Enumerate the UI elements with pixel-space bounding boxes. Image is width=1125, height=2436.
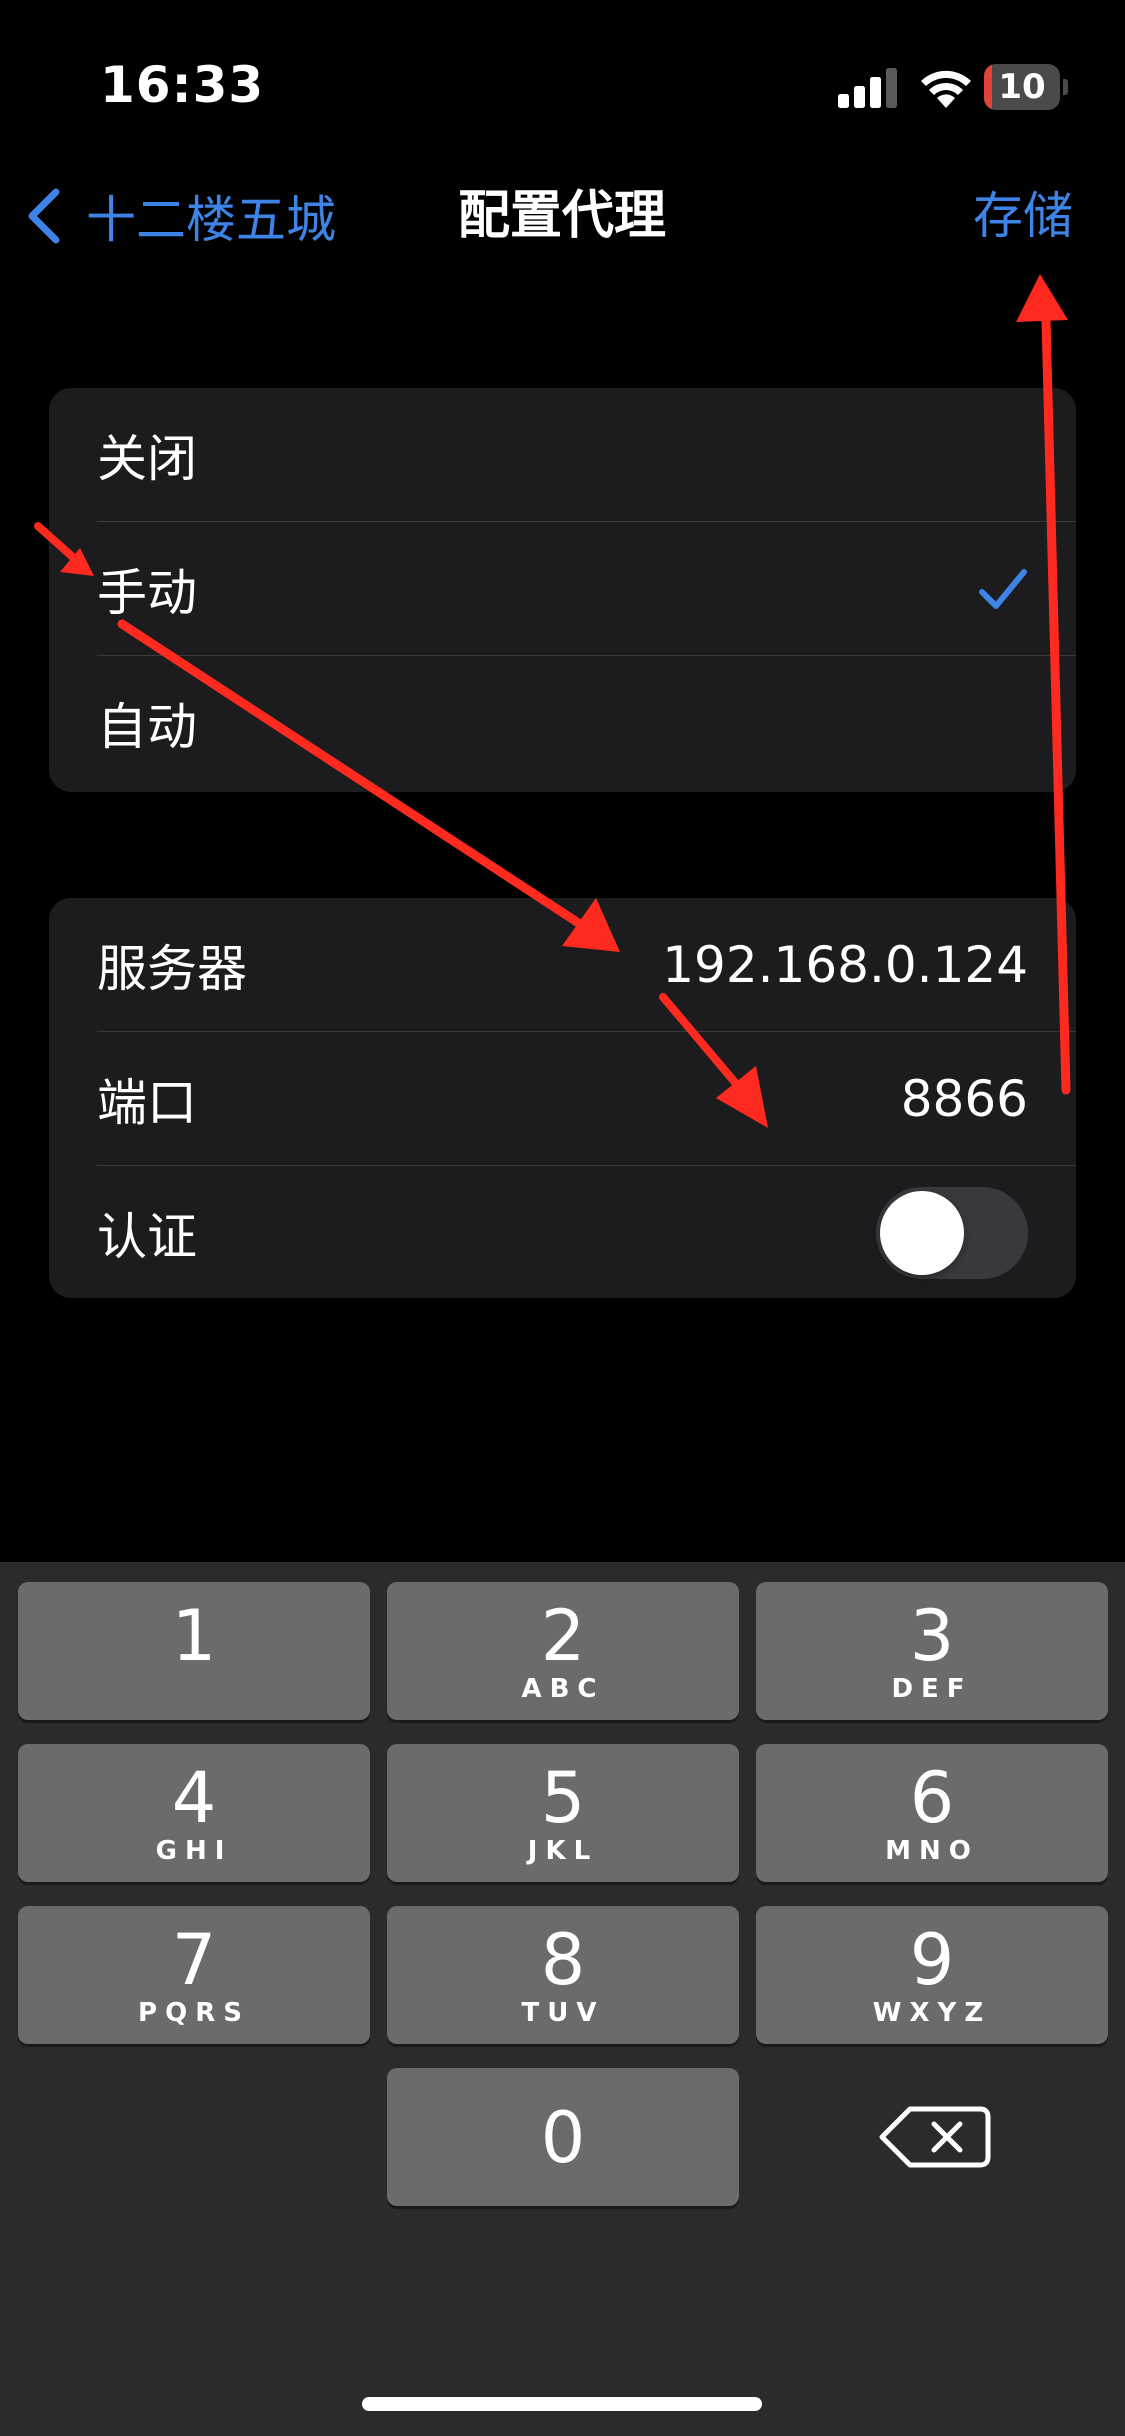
- status-bar: 16:33 10: [0, 0, 1125, 150]
- key-1[interactable]: 1: [18, 1582, 370, 1720]
- back-button[interactable]: 十二楼五城: [22, 176, 336, 256]
- proxy-mode-off[interactable]: 关闭: [49, 388, 1076, 522]
- key-0[interactable]: 0: [387, 2068, 739, 2206]
- auth-row: 认证: [49, 1166, 1076, 1298]
- status-time: 16:33: [100, 56, 265, 114]
- key-5[interactable]: 5 JKL: [387, 1744, 739, 1882]
- proxy-mode-list: 关闭 手动 自动: [49, 388, 1076, 792]
- auth-toggle[interactable]: [876, 1187, 1028, 1279]
- port-row[interactable]: 端口 8866: [49, 1032, 1076, 1166]
- proxy-mode-manual[interactable]: 手动: [49, 522, 1076, 656]
- battery-level: 10: [998, 67, 1046, 107]
- checkmark-icon: [979, 569, 1027, 609]
- proxy-config-list: 服务器 192.168.0.124 端口 8866 认证: [49, 898, 1076, 1298]
- key-4[interactable]: 4 GHI: [18, 1744, 370, 1882]
- list-item-label: 自动: [97, 698, 197, 756]
- toggle-knob: [880, 1191, 964, 1275]
- home-indicator[interactable]: [362, 2397, 762, 2411]
- key-2[interactable]: 2 ABC: [387, 1582, 739, 1720]
- port-field[interactable]: 8866: [901, 1070, 1028, 1128]
- numeric-keypad: 1 2 ABC 3 DEF 4 GHI 5 JKL 6 MNO 7 PQRS 8…: [0, 1562, 1125, 2436]
- key-6[interactable]: 6 MNO: [756, 1744, 1108, 1882]
- battery-icon: 10: [984, 64, 1068, 110]
- list-item-label: 关闭: [97, 430, 197, 488]
- wifi-icon: [921, 70, 971, 108]
- key-3[interactable]: 3 DEF: [756, 1582, 1108, 1720]
- backspace-icon: [879, 2106, 991, 2168]
- delete-key[interactable]: [868, 2087, 1008, 2187]
- page-title: 配置代理: [457, 186, 666, 246]
- proxy-mode-auto[interactable]: 自动: [49, 656, 1076, 790]
- server-label: 服务器: [97, 940, 247, 998]
- back-label: 十二楼五城: [86, 191, 336, 249]
- server-row[interactable]: 服务器 192.168.0.124: [49, 898, 1076, 1032]
- key-9[interactable]: 9 WXYZ: [756, 1906, 1108, 2044]
- auth-label: 认证: [97, 1208, 197, 1266]
- chevron-left-icon: [28, 188, 60, 244]
- server-field[interactable]: 192.168.0.124: [662, 936, 1028, 994]
- key-7[interactable]: 7 PQRS: [18, 1906, 370, 2044]
- port-label: 端口: [97, 1074, 197, 1132]
- save-button[interactable]: 存储: [973, 176, 1073, 256]
- key-8[interactable]: 8 TUV: [387, 1906, 739, 2044]
- list-item-label: 手动: [97, 564, 197, 622]
- cellular-signal-icon: [838, 68, 897, 108]
